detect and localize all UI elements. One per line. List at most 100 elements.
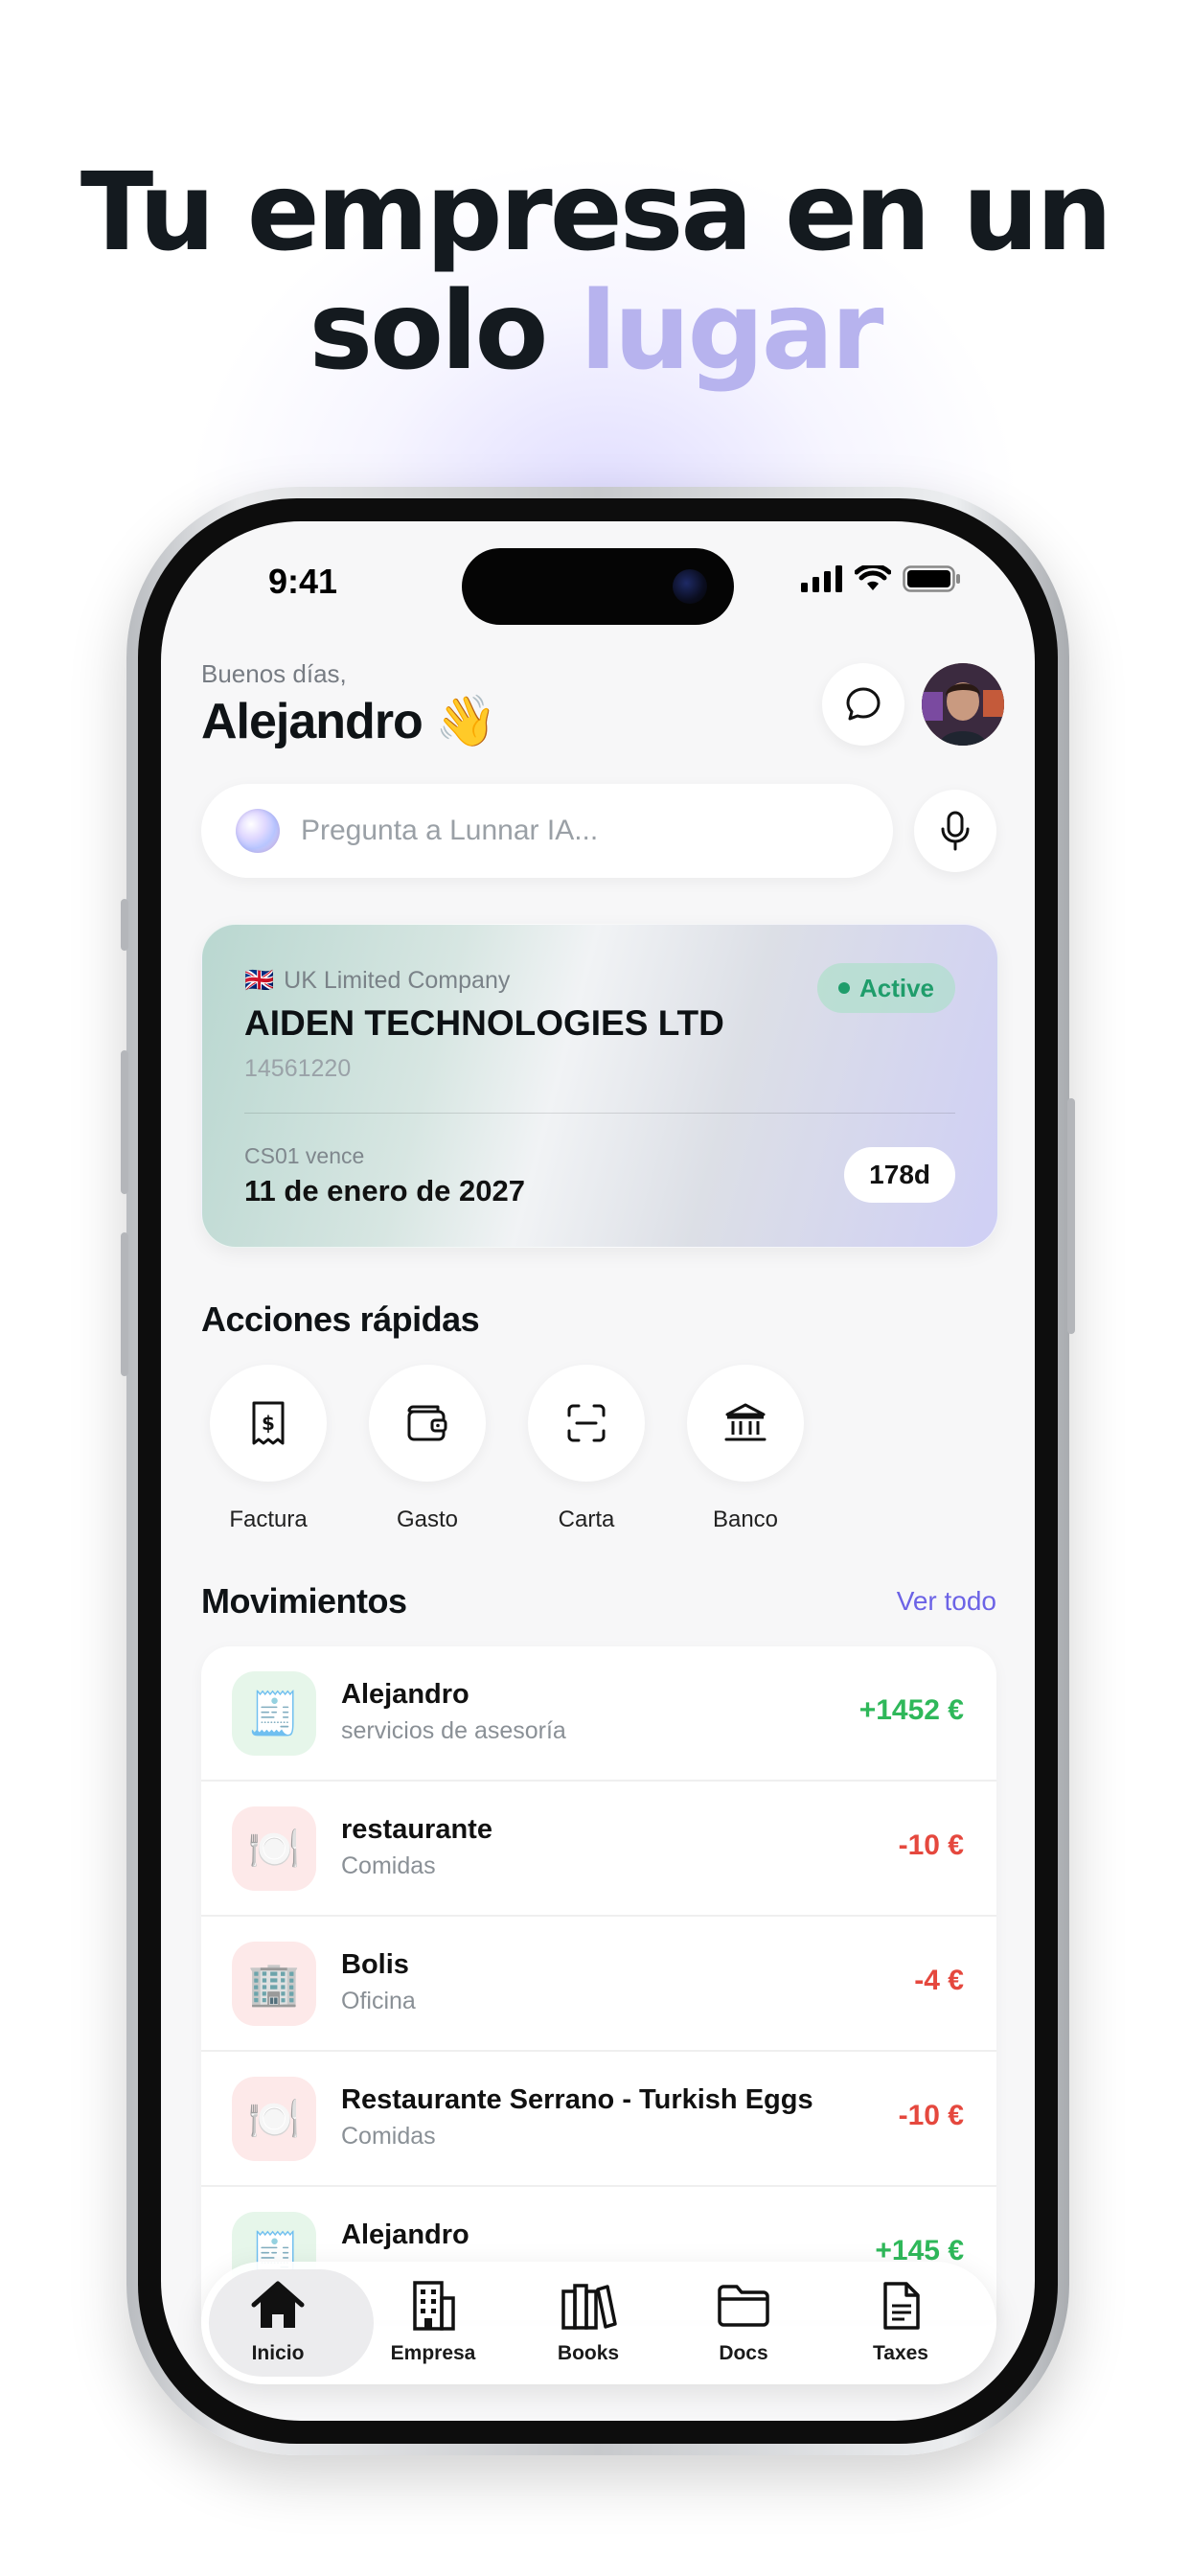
status-label: Active	[858, 973, 934, 1002]
movement-amount: +1452 €	[858, 1694, 964, 1726]
movement-row[interactable]: 🍽️ restaurante Comidas -10 €	[201, 1782, 996, 1917]
signal-icon	[801, 565, 842, 592]
plate-emoji-icon: 🍽️	[232, 1806, 316, 1891]
movement-title: Alejandro	[341, 2220, 469, 2250]
movements-title: Movimientos	[201, 1581, 407, 1621]
action-button	[121, 899, 128, 951]
movement-emoji: 🧾	[247, 1690, 301, 1737]
chat-bubble-icon	[846, 687, 881, 721]
movement-subtitle: Comidas	[341, 2123, 436, 2150]
quick-action-expense-circle	[369, 1365, 486, 1482]
volume-up-button	[121, 1050, 128, 1194]
tab-label: Empresa	[390, 2342, 476, 2364]
phone-screen: 9:41 Buenos días, Alejandro 👋 Pregunta a…	[161, 521, 1035, 2421]
tab-taxes[interactable]: Taxes	[824, 2262, 977, 2384]
chat-button[interactable]	[822, 663, 904, 746]
movement-amount: -10 €	[898, 1829, 964, 1861]
user-name: Alejandro	[201, 694, 423, 749]
tab-docs[interactable]: Docs	[667, 2262, 820, 2384]
greeting-subtitle: Buenos días,	[201, 659, 347, 688]
movement-title: restaurante	[341, 1814, 492, 1845]
battery-icon	[903, 565, 960, 592]
company-name: AIDEN TECHNOLOGIES LTD	[244, 1003, 724, 1043]
marketing-headline: Tu empresa en un solo lugar	[0, 153, 1190, 391]
tab-label: Books	[557, 2342, 620, 2364]
quick-action-bank[interactable]: Banco	[678, 1365, 812, 1533]
movement-title: Alejandro	[341, 1679, 469, 1710]
headline-plain: solo	[309, 269, 581, 394]
expiry-date: 11 de enero de 2027	[244, 1174, 525, 1208]
movement-row[interactable]: 🍽️ Restaurante Serrano - Turkish Eggs Co…	[201, 2052, 996, 2187]
company-type-label: UK Limited Company	[284, 967, 511, 994]
company-number: 14561220	[244, 1055, 352, 1082]
movement-emoji: 🏢	[247, 1961, 301, 2008]
microphone-button[interactable]	[914, 790, 996, 872]
folder-icon	[715, 2279, 772, 2333]
headline-accent: lugar	[580, 269, 883, 394]
document-icon	[872, 2279, 929, 2333]
expiry-label: CS01 vence	[244, 1143, 365, 1168]
greeting-name: Alejandro 👋	[201, 692, 497, 750]
status-dot-icon	[837, 982, 850, 994]
wifi-icon	[855, 565, 891, 590]
see-all-link[interactable]: Ver todo	[897, 1586, 996, 1617]
status-icons	[801, 565, 962, 592]
tab-label: Docs	[719, 2342, 768, 2364]
home-icon	[249, 2279, 307, 2333]
avatar[interactable]	[922, 663, 1004, 746]
movement-subtitle: servicios de asesoría	[341, 1717, 566, 1744]
quick-action-letter-circle	[528, 1365, 645, 1482]
wallet-icon	[407, 1405, 447, 1441]
headline-line-2: solo lugar	[0, 272, 1190, 391]
svg-text:$: $	[262, 1412, 275, 1435]
company-type: 🇬🇧 UK Limited Company	[244, 967, 510, 995]
ai-search-bar[interactable]: Pregunta a Lunnar IA...	[201, 784, 893, 878]
movement-title: Restaurante Serrano - Turkish Eggs	[341, 2084, 813, 2115]
building-icon	[404, 2279, 462, 2333]
movement-subtitle: Comidas	[341, 1852, 436, 1879]
avatar-photo	[922, 663, 1004, 746]
quick-action-invoice-circle: $	[210, 1365, 327, 1482]
quick-action-label: Carta	[558, 1506, 615, 1532]
movement-row[interactable]: 🏢 Bolis Oficina -4 €	[201, 1917, 996, 2052]
movement-subtitle: Oficina	[341, 1988, 416, 2014]
bank-icon	[724, 1403, 767, 1441]
scan-icon	[567, 1404, 606, 1442]
power-button	[1067, 1098, 1075, 1334]
tab-inicio[interactable]: Inicio	[201, 2262, 374, 2384]
dynamic-island	[462, 548, 734, 625]
movement-emoji: 🍽️	[247, 2096, 301, 2143]
plate-emoji-icon: 🍽️	[232, 2077, 316, 2161]
movement-row[interactable]: 🧾 Alejandro servicios de asesoría +1452 …	[201, 1646, 996, 1782]
quick-action-label: Gasto	[396, 1506, 459, 1532]
headline-line-1: Tu empresa en un	[80, 150, 1112, 275]
days-left-badge: 178d	[844, 1147, 955, 1203]
card-divider	[244, 1113, 955, 1114]
microphone-icon	[941, 811, 970, 851]
quick-action-bank-circle	[687, 1365, 804, 1482]
camera-icon	[673, 569, 707, 604]
quick-action-label: Factura	[229, 1506, 308, 1532]
quick-actions-title: Acciones rápidas	[201, 1300, 480, 1339]
quick-action-expense[interactable]: Gasto	[360, 1365, 494, 1533]
quick-action-invoice[interactable]: $ Factura	[201, 1365, 335, 1533]
quick-action-label: Banco	[712, 1506, 779, 1532]
status-badge: Active	[816, 963, 955, 1013]
ai-orb-icon	[236, 809, 280, 853]
company-card[interactable]: 🇬🇧 UK Limited Company AIDEN TECHNOLOGIES…	[201, 924, 998, 1248]
status-time: 9:41	[268, 562, 338, 601]
tab-books[interactable]: Books	[512, 2262, 665, 2384]
tab-bar: Inicio Empresa Books Docs Taxes	[201, 2262, 996, 2384]
movements-list: 🧾 Alejandro servicios de asesoría +1452 …	[201, 1646, 996, 2320]
uk-flag-icon: 🇬🇧	[244, 967, 275, 994]
receipt-emoji-icon: 🧾	[232, 1671, 316, 1756]
office-building-emoji-icon: 🏢	[232, 1942, 316, 2026]
tab-empresa[interactable]: Empresa	[356, 2262, 510, 2384]
volume-down-button	[121, 1232, 128, 1376]
invoice-icon: $	[252, 1401, 285, 1445]
tab-label: Taxes	[873, 2342, 928, 2364]
movement-emoji: 🍽️	[247, 1826, 301, 1873]
movement-amount: -4 €	[914, 1965, 964, 1996]
books-icon	[560, 2279, 617, 2333]
quick-action-letter[interactable]: Carta	[519, 1365, 653, 1533]
